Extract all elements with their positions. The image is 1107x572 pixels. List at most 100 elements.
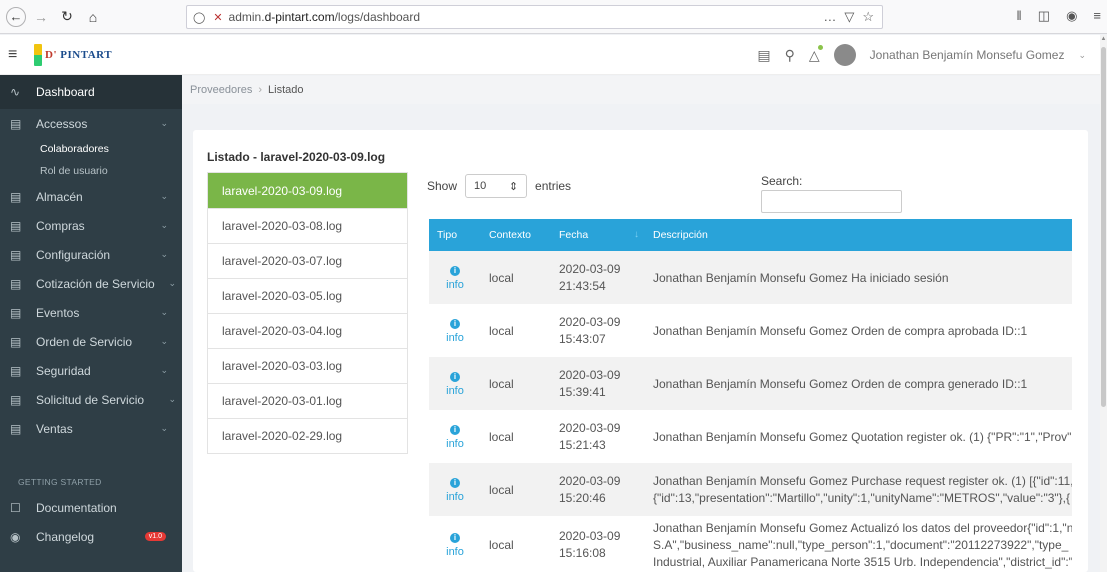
descripcion-cell: Jonathan Benjamín Monsefu Gomez Quotatio… — [653, 429, 1072, 444]
avatar[interactable] — [833, 44, 856, 66]
hamburger-menu-icon[interactable]: ≡ — [8, 46, 24, 64]
tipo-cell: i info — [429, 410, 481, 463]
log-file-item[interactable]: laravel-2020-03-01.log — [208, 383, 407, 418]
entries-select-value: 10 — [474, 180, 487, 192]
column-header-tipo[interactable]: Tipo — [429, 219, 481, 251]
document-icon: ▤ — [10, 363, 22, 378]
browser-menu-icon[interactable]: ≡ — [1093, 8, 1101, 24]
log-file-item[interactable]: laravel-2020-03-08.log — [208, 208, 407, 243]
home-icon[interactable]: ⌂ — [82, 6, 104, 28]
info-circle-icon: i — [450, 318, 460, 329]
fecha-date: 2020-03-09 — [559, 367, 621, 382]
fecha-time: 15:21:43 — [559, 437, 606, 452]
fecha-date: 2020-03-09 — [559, 529, 621, 543]
log-file-item[interactable]: laravel-2020-03-04.log — [208, 313, 407, 348]
forward-arrow-icon[interactable]: → — [30, 6, 52, 28]
sidebar-item-documentation[interactable]: ☐ Documentation — [0, 493, 182, 522]
scroll-thumb[interactable] — [1101, 47, 1106, 407]
table-row[interactable]: i info local 2020-03-09 15:20:46 Jonathan … — [429, 463, 1072, 516]
sidebar: ∿ Dashboard ▤ Accessos ⌄ Colaboradores R… — [0, 75, 182, 572]
bell-icon[interactable]: △ — [809, 44, 823, 64]
pocket-icon[interactable]: ▽ — [844, 9, 854, 25]
back-arrow-icon[interactable]: ← — [6, 6, 26, 27]
scroll-up-icon[interactable]: ▲ — [1100, 36, 1107, 42]
sidebar-item-label: Orden de Servicio — [36, 334, 133, 349]
sidebar-item-accesos[interactable]: ▤ Accessos ⌄ — [0, 109, 182, 138]
account-icon[interactable]: ◉ — [1066, 8, 1077, 24]
contexto-cell: local — [489, 538, 514, 552]
fecha-time: 21:43:54 — [559, 278, 606, 293]
descripcion-cell: Jonathan Benjamín Monsefu Gomez Purchase… — [645, 463, 1072, 516]
sidebar-item-label: Compras — [36, 218, 85, 233]
tipo-text: info — [446, 331, 464, 344]
breadcrumb-parent[interactable]: Proveedores — [190, 84, 252, 96]
sidebar-item-solicitud[interactable]: ▤ Solicitud de Servicio ⌄ — [0, 385, 182, 414]
brand-logo[interactable]: D' PINTART — [34, 43, 112, 66]
document-icon: ▤ — [10, 305, 22, 320]
fecha-time: 15:43:07 — [559, 331, 606, 346]
contexto-cell: local — [489, 429, 514, 444]
log-file-item[interactable]: laravel-2020-03-05.log — [208, 278, 407, 313]
log-file-item[interactable]: laravel-2020-03-09.log — [208, 173, 407, 208]
log-file-item[interactable]: laravel-2020-03-03.log — [208, 348, 407, 383]
sidebar-subitem-rol[interactable]: Rol de usuario — [0, 160, 182, 182]
reload-icon[interactable]: ↻ — [56, 6, 78, 28]
table-row[interactable]: i info local 2020-03-09 15:21:43 Jonathan … — [429, 410, 1072, 463]
logo-text: D' PINTART — [45, 49, 112, 61]
tracking-shield-icon[interactable]: ◯ — [193, 11, 205, 24]
logs-table-wrap: Tipo Contexto Fecha Descripción i info lo… — [429, 219, 1072, 572]
table-row[interactable]: i info local 2020-03-09 15:16:08 Jonathan … — [429, 516, 1072, 572]
search-input[interactable] — [761, 190, 902, 213]
descripcion-cell: Jonathan Benjamín Monsefu Gomez Orden de… — [653, 376, 1028, 391]
sidebar-item-configuracion[interactable]: ▤ Configuración ⌄ — [0, 240, 182, 269]
fecha-cell: 2020-03-09 15:16:08 — [551, 516, 645, 572]
library-icon[interactable]: ‖ — [1016, 8, 1021, 24]
page-scrollbar[interactable]: ▲ — [1100, 35, 1107, 572]
sidebar-item-eventos[interactable]: ▤ Eventos ⌄ — [0, 298, 182, 327]
log-file-item[interactable]: laravel-2020-02-29.log — [208, 418, 407, 453]
search-icon[interactable]: ⚲ — [785, 47, 795, 64]
user-name[interactable]: Jonathan Benjamín Monsefu Gomez — [870, 48, 1065, 62]
sidebar-item-cotizacion[interactable]: ▤ Cotización de Servicio ⌄ — [0, 269, 182, 298]
sidebar-item-dashboard[interactable]: ∿ Dashboard — [0, 75, 182, 109]
url-path: /logs/dashboard — [334, 10, 420, 24]
fecha-cell: 2020-03-09 15:21:43 — [551, 410, 645, 463]
chevron-down-icon[interactable]: ⌄ — [1078, 50, 1086, 61]
sidebar-item-almacen[interactable]: ▤ Almacén ⌄ — [0, 182, 182, 211]
gift-icon[interactable]: ▤ — [757, 47, 770, 64]
bookmark-star-icon[interactable]: ☆ — [862, 9, 874, 25]
chevron-down-icon: ⌄ — [160, 191, 168, 201]
fecha-cell: 2020-03-09 15:43:07 — [551, 304, 645, 357]
column-header-descripcion[interactable]: Descripción — [645, 219, 1072, 251]
page-actions-icon[interactable]: … — [823, 9, 836, 25]
sidebar-item-label: Ventas — [36, 421, 73, 436]
tipo-text: info — [446, 490, 464, 503]
sidebar-item-orden-servicio[interactable]: ▤ Orden de Servicio ⌄ — [0, 327, 182, 356]
chevron-down-icon: ⌄ — [160, 220, 168, 230]
sidebar-toggle-icon[interactable]: ◫ — [1038, 8, 1050, 24]
sidebar-item-seguridad[interactable]: ▤ Seguridad ⌄ — [0, 356, 182, 385]
fecha-date: 2020-03-09 — [559, 420, 621, 435]
logs-card: Listado - laravel-2020-03-09.log laravel… — [193, 130, 1088, 572]
fecha-time: 15:39:41 — [559, 384, 606, 399]
contexto-cell: local — [489, 482, 514, 497]
entries-select[interactable]: 10 ⇕ — [465, 174, 528, 198]
document-icon: ▤ — [10, 421, 22, 436]
sidebar-subitem-colaboradores[interactable]: Colaboradores — [0, 138, 182, 160]
info-circle-icon: i — [450, 477, 460, 488]
document-icon: ▤ — [10, 276, 22, 291]
sidebar-item-label: Configuración — [36, 247, 111, 262]
insecure-lock-icon[interactable]: ✕ — [213, 11, 222, 24]
table-row[interactable]: i info local 2020-03-09 15:43:07 Jonathan … — [429, 304, 1072, 357]
column-header-fecha[interactable]: Fecha — [551, 219, 645, 251]
sidebar-item-compras[interactable]: ▤ Compras ⌄ — [0, 211, 182, 240]
log-file-item[interactable]: laravel-2020-03-07.log — [208, 243, 407, 278]
sidebar-item-ventas[interactable]: ▤ Ventas ⌄ — [0, 414, 182, 443]
column-header-contexto[interactable]: Contexto — [481, 219, 551, 251]
url-bar[interactable]: ◯ ✕ admin. d-pintart.com/logs/dashboard …… — [186, 5, 883, 29]
sidebar-item-changelog[interactable]: ◉ Changelog v1.0 — [0, 522, 182, 551]
notification-dot — [817, 44, 823, 50]
table-row[interactable]: i info local 2020-03-09 15:39:41 Jonathan … — [429, 357, 1072, 410]
table-row[interactable]: i info local 2020-03-09 21:43:54 Jonathan … — [429, 251, 1072, 304]
chevron-down-icon: ⌄ — [160, 423, 168, 433]
